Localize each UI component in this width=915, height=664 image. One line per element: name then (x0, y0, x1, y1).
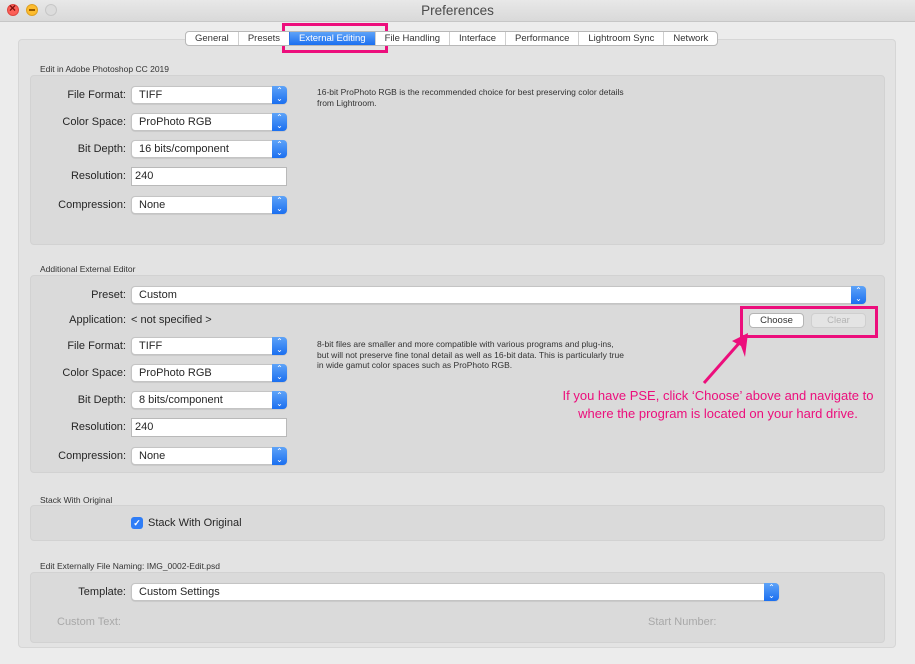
up-down-chevron-icon: ⌃ ⌄ (272, 196, 287, 214)
tab-general[interactable]: General (186, 32, 238, 45)
custom-text-label: Custom Text: (57, 616, 121, 628)
ps-compression-value: None (139, 199, 166, 211)
up-down-chevron-icon: ⌃ ⌄ (272, 364, 287, 382)
ps-compression-select[interactable]: None ⌃ ⌄ (131, 196, 287, 214)
ps-color-space-select[interactable]: ProPhoto RGB ⌃ ⌄ (131, 113, 287, 131)
ae-bit-depth-value: 8 bits/component (139, 394, 223, 406)
ps-file-format-value: TIFF (139, 89, 163, 101)
preset-value: Custom (139, 289, 177, 301)
ae-resolution-label: Resolution: (70, 421, 126, 433)
ae-bit-depth-label: Bit Depth: (77, 394, 126, 406)
tab-lightroom-sync[interactable]: Lightroom Sync (578, 32, 663, 45)
tab-interface[interactable]: Interface (449, 32, 505, 45)
application-label: Application: (69, 314, 126, 326)
ae-compression-value: None (139, 450, 166, 462)
additional-section-title: Additional External Editor (40, 264, 136, 274)
ps-color-space-value: ProPhoto RGB (139, 116, 212, 128)
ps-compression-label: Compression: (58, 199, 126, 211)
ps-resolution-input[interactable]: 240 (131, 167, 287, 186)
ae-file-format-select[interactable]: TIFF ⌃ ⌄ (131, 337, 287, 355)
choose-highlight-box (740, 306, 878, 338)
annotation-text: If you have PSE, click ‘Choose’ above an… (548, 387, 888, 423)
ae-file-format-label: File Format: (67, 340, 126, 352)
preset-select[interactable]: Custom ⌃ ⌄ (131, 286, 866, 304)
ps-color-space-label: Color Space: (62, 116, 126, 128)
tab-bar: General Presets External Editing File Ha… (185, 31, 719, 46)
start-number-label: Start Number: (648, 616, 717, 628)
ae-resolution-input[interactable]: 240 (131, 418, 287, 437)
up-down-chevron-icon: ⌃ ⌄ (272, 391, 287, 409)
tab-performance[interactable]: Performance (505, 32, 578, 45)
template-value: Custom Settings (139, 586, 220, 598)
window-title: Preferences (421, 3, 494, 18)
ps-bit-depth-select[interactable]: 16 bits/component ⌃ ⌄ (131, 140, 287, 158)
ae-bit-depth-select[interactable]: 8 bits/component ⌃ ⌄ (131, 391, 287, 409)
ps-file-format-label: File Format: (67, 89, 126, 101)
stack-section-title: Stack With Original (40, 495, 113, 505)
annotation-line-1: If you have PSE, click ‘Choose’ above an… (562, 388, 874, 403)
annotation-line-2: where the program is located on your har… (578, 406, 858, 421)
up-down-chevron-icon: ⌃ ⌄ (851, 286, 866, 304)
title-bar: Preferences (0, 0, 915, 22)
stack-with-original-checkbox[interactable]: ✓ (131, 517, 143, 529)
stack-with-original-label[interactable]: Stack With Original (148, 514, 242, 532)
up-down-chevron-icon: ⌃ ⌄ (272, 447, 287, 465)
ae-color-space-label: Color Space: (62, 367, 126, 379)
ae-compression-select[interactable]: None ⌃ ⌄ (131, 447, 287, 465)
up-down-chevron-icon: ⌃ ⌄ (272, 86, 287, 104)
application-value: < not specified > (131, 314, 212, 326)
up-down-chevron-icon: ⌃ ⌄ (272, 337, 287, 355)
template-label: Template: (78, 586, 126, 598)
naming-section-title: Edit Externally File Naming: IMG_0002-Ed… (40, 561, 220, 571)
up-down-chevron-icon: ⌃ ⌄ (272, 140, 287, 158)
up-down-chevron-icon: ⌃ ⌄ (764, 583, 779, 601)
ae-compression-label: Compression: (58, 450, 126, 462)
ae-color-space-select[interactable]: ProPhoto RGB ⌃ ⌄ (131, 364, 287, 382)
template-select[interactable]: Custom Settings ⌃ ⌄ (131, 583, 779, 601)
tab-presets[interactable]: Presets (237, 32, 289, 45)
ae-file-format-value: TIFF (139, 340, 163, 352)
ps-description: 16-bit ProPhoto RGB is the recommended c… (317, 87, 624, 108)
preset-label: Preset: (91, 289, 126, 301)
tab-file-handling[interactable]: File Handling (374, 32, 449, 45)
photoshop-section-title: Edit in Adobe Photoshop CC 2019 (40, 64, 170, 74)
ae-color-space-value: ProPhoto RGB (139, 367, 212, 379)
tab-network[interactable]: Network (663, 32, 717, 45)
ps-bit-depth-label: Bit Depth: (77, 143, 126, 155)
ae-description: 8-bit files are smaller and more compati… (317, 339, 624, 370)
ps-bit-depth-value: 16 bits/component (139, 143, 229, 155)
tab-external-editing[interactable]: External Editing (289, 32, 375, 45)
ps-resolution-label: Resolution: (70, 170, 126, 182)
up-down-chevron-icon: ⌃ ⌄ (272, 113, 287, 131)
ps-file-format-select[interactable]: TIFF ⌃ ⌄ (131, 86, 287, 104)
